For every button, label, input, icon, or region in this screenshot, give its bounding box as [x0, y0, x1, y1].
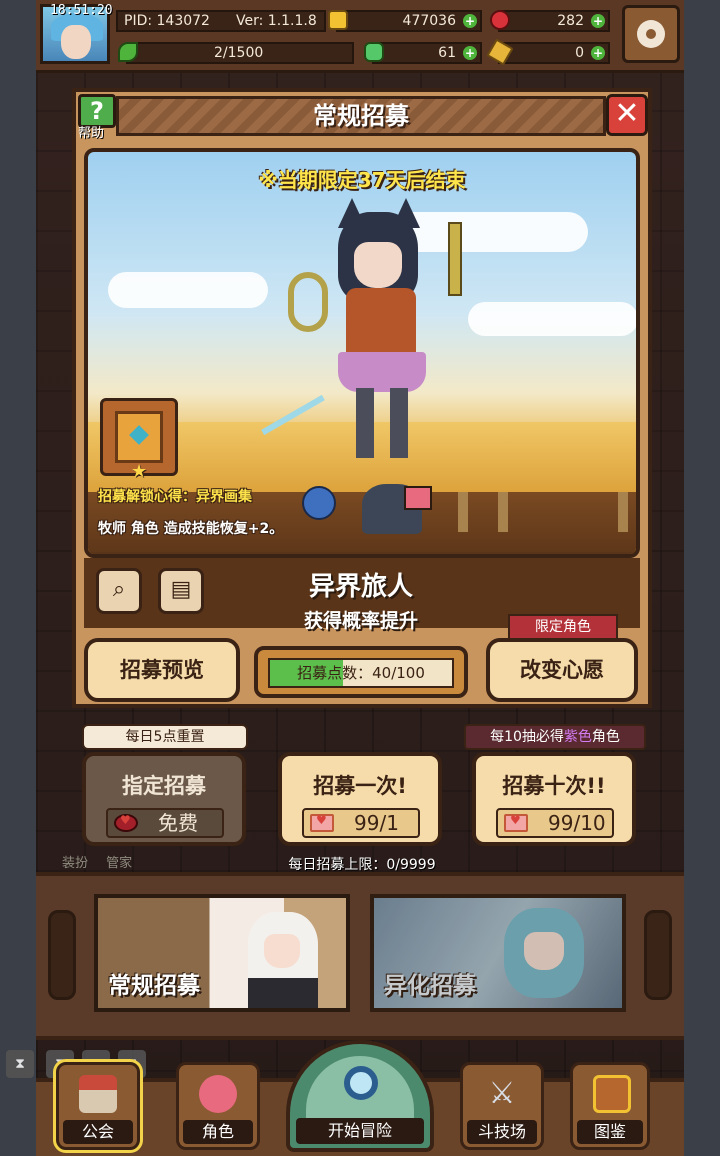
gem-counter: 282 +	[490, 10, 610, 32]
designated-recruit-button[interactable]: 指定招募 免费	[82, 752, 246, 846]
heart-ticket-icon	[504, 813, 528, 832]
background-menu-labels: 装扮 管家	[62, 852, 132, 871]
unlock-perk-desc: 牧师 角色 造成技能恢复+2。	[98, 521, 284, 537]
recruit-ten-cost: 99/10	[496, 808, 614, 838]
close-button[interactable]: ✕	[606, 94, 648, 136]
points-label: 招募点数：40/100	[297, 664, 425, 682]
add-gold-button[interactable]: +	[463, 14, 477, 28]
pet-monitor-icon	[404, 486, 432, 510]
hourglass-icon[interactable]: ⧗	[6, 1050, 34, 1078]
magnifier-icon: ⌕	[112, 577, 126, 602]
featured-character-sprite	[261, 198, 468, 472]
status-bar: 18:51:20 PID: 143072 Ver: 1.1.1.8 477036…	[36, 0, 684, 73]
nav-codex[interactable]: 图鉴	[570, 1062, 650, 1150]
nav-arena[interactable]: ⚔ 斗技场	[460, 1062, 544, 1150]
star-icon: ★	[131, 461, 148, 482]
panel-title: 常规招募	[116, 96, 606, 136]
gold-coin-icon	[328, 10, 348, 30]
dress-label: 装扮	[62, 856, 89, 871]
stamina-counter: 2/1500	[118, 42, 354, 64]
player-info: PID: 143072 Ver: 1.1.1.8	[116, 10, 326, 32]
guild-house-icon	[79, 1075, 117, 1113]
rate-up-text: 获得概率提升	[303, 610, 418, 632]
clover-counter: 61 +	[364, 42, 482, 64]
pool-tab-mutated[interactable]: 异化招募	[370, 894, 626, 1012]
add-gem-button[interactable]: +	[591, 14, 605, 28]
recruit-panel: 常规招募 ? 帮助 ✕ ※当期限定37天后结束 ★ 招募解锁心得：异界画集 牧师…	[72, 88, 652, 708]
recruit-once-cost: 99/1	[302, 808, 420, 838]
character-name: 异界旅人	[308, 572, 413, 602]
designated-recruit-label: 指定招募	[122, 774, 206, 798]
unlock-perk-title: 招募解锁心得：异界画集	[98, 489, 252, 505]
right-scroll-bar	[644, 910, 672, 1000]
nav-character[interactable]: 角色	[176, 1062, 260, 1150]
document-icon: ▤	[170, 577, 192, 602]
recruit-once-button[interactable]: 招募一次! 99/1	[278, 752, 442, 846]
crossed-swords-icon: ⚔	[488, 1076, 516, 1111]
heart-ticket-icon	[310, 813, 334, 832]
gear-icon	[637, 20, 665, 48]
magnifier-icon	[344, 1066, 378, 1100]
gold-counter: 477036 +	[328, 10, 482, 32]
zoom-button[interactable]: ⌕	[96, 568, 142, 614]
pool-tab-regular[interactable]: 常规招募	[94, 894, 350, 1012]
key-icon	[486, 38, 514, 66]
daily-limit-text: 每日招募上限：0/9999	[288, 857, 436, 873]
help-button[interactable]: ? 帮助	[76, 92, 120, 141]
add-clover-button[interactable]: +	[463, 46, 477, 60]
red-gem-icon	[114, 813, 138, 832]
version-text: Ver: 1.1.1.8	[236, 13, 317, 29]
recruit-ten-button[interactable]: 招募十次!! 99/10	[472, 752, 636, 846]
pity-tag: 每10抽必得紫色角色	[464, 724, 646, 750]
change-wish-button[interactable]: 改变心愿	[486, 638, 638, 702]
codex-book-icon	[593, 1075, 631, 1113]
help-label: 帮助	[78, 126, 105, 141]
recruit-once-label: 招募一次!	[313, 774, 407, 798]
featured-banner: ※当期限定37天后结束 ★ 招募解锁心得：异界画集 牧师 角色 造成技能恢复+2…	[84, 148, 640, 558]
unlock-book-icon[interactable]: ★	[100, 398, 178, 482]
pool-tab-mutated-label: 异化招募	[384, 973, 476, 999]
key-counter: 0 +	[486, 38, 610, 66]
red-gem-icon	[490, 10, 510, 30]
pid-text: PID: 143072	[124, 13, 210, 29]
leaf-icon	[118, 42, 138, 62]
pet-badge-icon	[302, 486, 336, 520]
recruit-preview-button[interactable]: 招募预览	[84, 638, 240, 702]
add-key-button[interactable]: +	[591, 46, 605, 60]
recruit-ten-label: 招募十次!!	[502, 774, 606, 798]
designated-cost: 免费	[106, 808, 224, 838]
left-scroll-bar	[48, 910, 76, 1000]
details-button[interactable]: ▤	[158, 568, 204, 614]
recruit-points-bar: 招募点数：40/100	[254, 646, 468, 698]
pool-tab-regular-label: 常规招募	[108, 973, 200, 999]
nav-guild[interactable]: 公会	[56, 1062, 140, 1150]
butler-label: 管家	[106, 856, 133, 871]
limited-role-tag: 限定角色	[508, 614, 618, 640]
daily-reset-tag: 每日5点重置	[82, 724, 248, 750]
character-icon	[199, 1075, 237, 1113]
clover-icon	[364, 42, 384, 62]
limited-time-notice: ※当期限定37天后结束	[258, 168, 466, 192]
clock: 18:51:20	[50, 3, 113, 18]
settings-button[interactable]	[622, 5, 680, 63]
